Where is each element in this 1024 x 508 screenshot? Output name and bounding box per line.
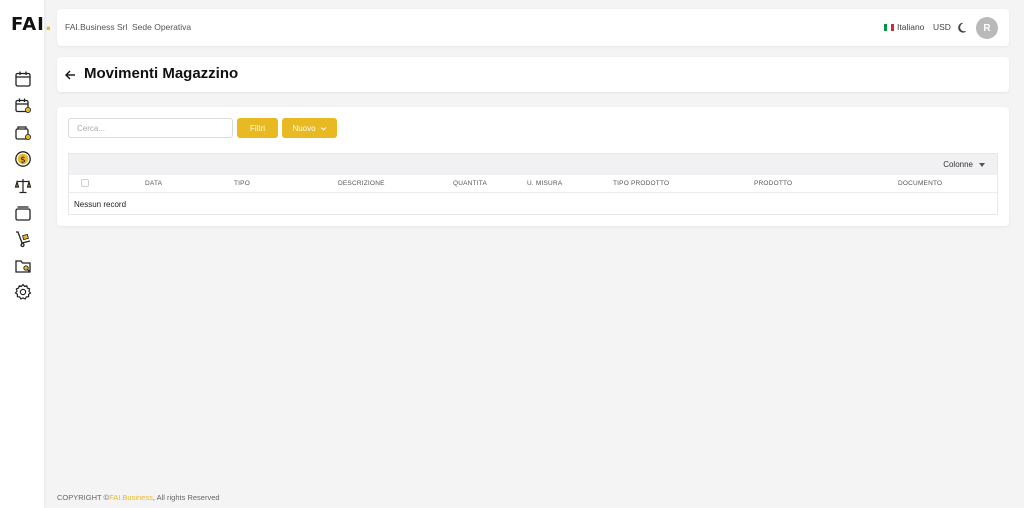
hand-truck-icon[interactable] [14,230,32,248]
new-button-label: Nuovo [292,123,316,133]
data-table: Colonne DATA TIPO DESCRIZIONE QUANTITA U… [68,153,998,215]
new-button[interactable]: Nuovo [282,118,337,138]
column-header-data[interactable]: DATA [145,180,162,187]
column-header-tipo-prodotto[interactable]: TIPO PRODOTTO [613,180,669,187]
currency-selector[interactable]: USD [933,22,951,32]
svg-text:$: $ [20,155,26,165]
logo-dot: . [44,14,53,35]
columns-button-label: Colonne [943,160,973,169]
filter-button[interactable]: Filtri [237,118,278,138]
content-card: Filtri Nuovo Colonne DATA TIPO DESCRIZIO… [57,107,1009,226]
footer: COPYRIGHT ©FAI.Business, All rights Rese… [57,493,220,502]
footer-brand-link[interactable]: FAI.Business [109,493,153,502]
columns-button[interactable]: Colonne [943,160,985,169]
column-header-documento[interactable]: DOCUMENTO [898,180,942,187]
table-header: DATA TIPO DESCRIZIONE QUANTITA U. MISURA… [69,175,997,193]
footer-suffix: , All rights Reserved [152,493,220,502]
dark-mode-icon[interactable] [957,21,969,33]
title-bar: Movimenti Magazzino [57,57,1009,92]
top-bar: FAI.Business Srl Sede Operativa Italiano… [57,9,1009,46]
back-arrow-icon[interactable] [64,68,76,80]
page-title: Movimenti Magazzino [84,65,239,82]
select-all-checkbox[interactable] [81,179,89,187]
app-logo[interactable]: FAI. [11,14,53,35]
scale-icon[interactable] [14,177,32,195]
language-label: Italiano [897,22,925,32]
table-toolbar: Colonne [69,154,997,175]
sidebar: FAI. $ [0,0,52,508]
caret-down-icon [979,162,985,167]
column-header-tipo[interactable]: TIPO [234,180,250,187]
layers-icon[interactable] [14,204,32,222]
folder-search-icon[interactable] [14,257,32,275]
column-header-descrizione[interactable]: DESCRIZIONE [338,180,385,187]
language-selector[interactable]: Italiano [884,22,924,32]
gear-icon[interactable] [14,283,32,301]
calendar-icon[interactable] [14,70,32,88]
filter-button-label: Filtri [249,123,266,133]
dollar-icon[interactable]: $ [14,150,32,168]
user-avatar[interactable]: R [976,17,998,39]
column-header-prodotto[interactable]: PRODOTTO [754,180,792,187]
company-name[interactable]: FAI.Business Srl [65,22,127,32]
search-input[interactable] [68,118,233,138]
sede-name[interactable]: Sede Operativa [132,22,191,32]
column-header-quantita[interactable]: QUANTITA [453,180,487,187]
calendar-user-icon[interactable] [14,97,32,115]
wallet-icon[interactable] [14,124,32,142]
italy-flag-icon [884,23,894,31]
chevron-down-icon [320,126,326,131]
logo-text: FAI [11,14,45,35]
column-header-unita-misura[interactable]: U. MISURA [527,180,562,187]
footer-prefix: COPYRIGHT © [57,493,110,502]
empty-table-message: Nessun record [74,200,127,209]
